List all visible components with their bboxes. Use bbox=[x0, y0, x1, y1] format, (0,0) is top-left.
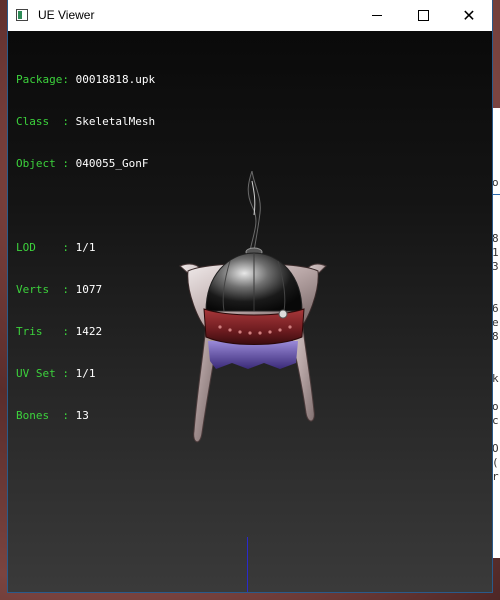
info-label: Class : bbox=[16, 115, 76, 128]
info-value: 1422 bbox=[75, 325, 103, 338]
info-value: 1/1 bbox=[75, 241, 96, 254]
maximize-button[interactable] bbox=[400, 0, 446, 31]
info-label: Bones : bbox=[16, 409, 76, 422]
maximize-icon bbox=[417, 10, 429, 21]
info-value: SkeletalMesh bbox=[75, 115, 156, 128]
close-button[interactable]: ✕ bbox=[446, 0, 492, 31]
background-window-text: 3 bbox=[492, 260, 499, 273]
info-row-lod: LOD : 1/1 bbox=[16, 241, 155, 255]
background-window-text: c bbox=[492, 414, 499, 427]
info-value: 00018818.upk bbox=[75, 73, 156, 86]
info-row-bones: Bones : 13 bbox=[16, 409, 155, 423]
background-window-text: o bbox=[492, 176, 499, 189]
info-value: 1077 bbox=[75, 283, 103, 296]
background-window-text: 1 bbox=[492, 246, 499, 259]
info-row-object: Object : 040055_GonF bbox=[16, 157, 155, 171]
close-icon: ✕ bbox=[462, 5, 476, 25]
info-value: 13 bbox=[75, 409, 89, 422]
background-window-text: 8 bbox=[492, 232, 499, 245]
title-bar[interactable]: UE Viewer ✕ bbox=[8, 0, 492, 31]
info-value: 040055_GonF bbox=[75, 157, 149, 170]
background-window-text: e bbox=[492, 316, 499, 329]
info-label: Package: bbox=[16, 73, 76, 86]
mesh-info-overlay: Package: 00018818.upk Class : SkeletalMe… bbox=[16, 45, 155, 451]
info-row-uvset: UV Set : 1/1 bbox=[16, 367, 155, 381]
info-label: LOD : bbox=[16, 241, 76, 254]
axis-indicator bbox=[247, 537, 248, 592]
info-row-verts: Verts : 1077 bbox=[16, 283, 155, 297]
helmet-mesh[interactable] bbox=[168, 171, 338, 451]
background-window-text: ( bbox=[492, 456, 499, 469]
info-label: UV Set : bbox=[16, 367, 76, 380]
app-icon[interactable] bbox=[16, 9, 28, 21]
ue-viewer-window: UE Viewer ✕ Package: 00018818.upk Class … bbox=[8, 0, 492, 592]
info-label: Tris : bbox=[16, 325, 76, 338]
minimize-button[interactable] bbox=[354, 0, 400, 31]
background-window-text: o bbox=[492, 400, 499, 413]
window-title: UE Viewer bbox=[38, 8, 95, 22]
background-window-text: 6 bbox=[492, 302, 499, 315]
mesh-viewport[interactable]: Package: 00018818.upk Class : SkeletalMe… bbox=[8, 31, 492, 592]
minimize-icon bbox=[372, 15, 382, 16]
background-window-text: k bbox=[492, 372, 499, 385]
info-value: 1/1 bbox=[75, 367, 96, 380]
info-label: Object : bbox=[16, 157, 76, 170]
background-window-text: r bbox=[492, 470, 499, 483]
info-gap bbox=[16, 199, 155, 213]
info-row-tris: Tris : 1422 bbox=[16, 325, 155, 339]
background-window-divider bbox=[492, 194, 500, 195]
background-window-text: O bbox=[492, 442, 499, 455]
info-row-package: Package: 00018818.upk bbox=[16, 73, 155, 87]
background-window-text: 8 bbox=[492, 330, 499, 343]
info-label: Verts : bbox=[16, 283, 76, 296]
info-row-class: Class : SkeletalMesh bbox=[16, 115, 155, 129]
